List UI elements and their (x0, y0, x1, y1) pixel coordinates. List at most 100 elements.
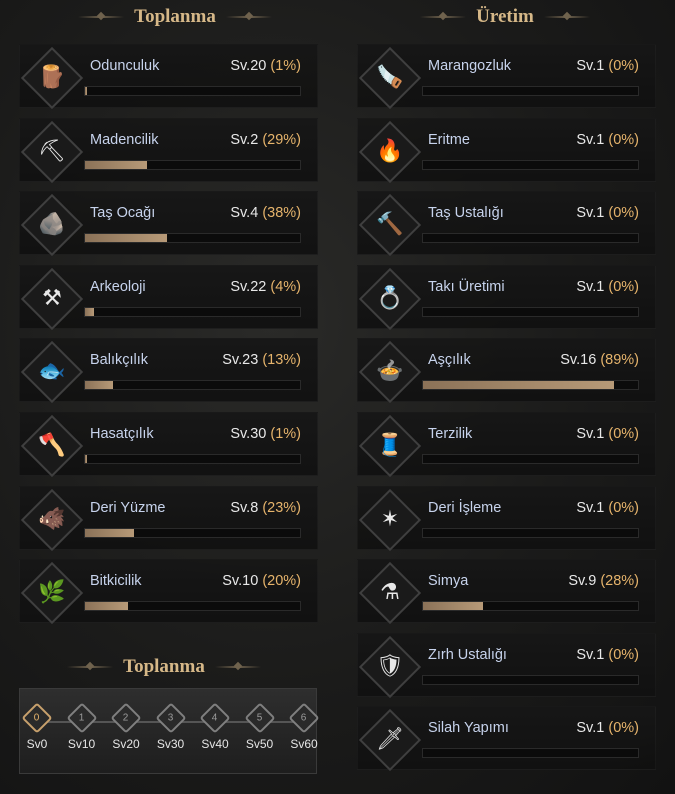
skill-level: Sv.2 (29%) (230, 132, 301, 148)
level-percent: (89%) (600, 352, 639, 369)
milestone-label: Sv10 (67, 737, 96, 751)
skill-name: Simya (428, 573, 469, 590)
milestone-label: Sv30 (156, 737, 185, 751)
skill-name: Eritme (428, 131, 470, 148)
skill-card-zirh-ustaligi[interactable]: 🛡 Zırh Ustalığı Sv.1 (0%) (357, 632, 656, 698)
skill-card-deri-yuzme[interactable]: 🐗 Deri Yüzme Sv.8 (23%) (19, 485, 318, 551)
level-value: Sv.10 (222, 573, 259, 590)
skill-card-taki-uretimi[interactable]: 💍 Takı Üretimi Sv.1 (0%) (357, 264, 656, 330)
skill-name: Hasatçılık (90, 426, 154, 442)
skill-card-simya[interactable]: ⚗ Simya Sv.9 (28%) (357, 559, 656, 625)
milestone-badge-icon: 5 (243, 702, 276, 734)
level-value: Sv.1 (576, 720, 605, 737)
fish-icon: 🐟 (38, 358, 66, 384)
level-value: Sv.1 (576, 131, 605, 148)
skill-card-eritme[interactable]: 🔥 Eritme Sv.1 (0%) (357, 117, 656, 183)
pickaxe-icon: ⛏ (38, 137, 66, 163)
hide-icon: ✶ (380, 505, 400, 531)
progress-bar (84, 454, 301, 464)
progress-bar (422, 380, 639, 391)
skill-name: Odunculuk (90, 58, 160, 74)
header-ornament-right (543, 16, 590, 18)
crafting-title: Üretim (476, 6, 534, 27)
milestone-badge-icon: 3 (154, 702, 187, 734)
progress-bar (84, 527, 301, 538)
skill-card-odunculuk[interactable]: 🪵 Odunculuk Sv.20 (1%) (19, 44, 318, 110)
skill-name: Balıkçılık (90, 352, 149, 369)
needle-thread-icon: 🧵 (376, 432, 404, 457)
skill-card-marangozluk[interactable]: 🪚 Marangozluk Sv.1 (0%) (357, 44, 656, 110)
log-pile-icon: 🪵 (38, 64, 66, 89)
level-percent: (28%) (600, 573, 639, 590)
skill-card-ascilik[interactable]: 🍲 Aşçılık Sv.16 (89%) (357, 338, 656, 404)
milestone-number: 5 (256, 712, 263, 724)
progress-bar (422, 306, 639, 317)
skill-card-bitkicilik[interactable]: 🌿 Bitkicilik Sv.10 (20%) (19, 559, 318, 625)
milestone-sv0: 0 Sv0 (21, 702, 53, 751)
milestone-label: Sv40 (201, 737, 229, 751)
skill-card-madencilik[interactable]: ⛏ Madencilik Sv.2 (29%) (19, 117, 318, 183)
furnace-icon: 🔥 (376, 137, 404, 163)
skill-name: Marangozluk (428, 58, 512, 74)
progress-fill (85, 87, 88, 95)
level-percent: (0%) (608, 499, 639, 516)
milestone-label: Sv20 (112, 737, 140, 751)
saw-icon: 🪚 (376, 64, 404, 89)
skill-card-deri-isleme[interactable]: ✶ Deri İşleme Sv.1 (0%) (357, 485, 656, 551)
level-value: Sv.4 (230, 205, 259, 222)
level-percent: (4%) (270, 278, 301, 295)
level-percent: (38%) (262, 205, 301, 222)
skill-card-silah-yapimi[interactable]: 🗡 Silah Yapımı Sv.1 (0%) (357, 706, 656, 772)
shovel-icon: ⚒ (42, 284, 62, 310)
progress-bar (84, 601, 301, 612)
skill-card-hasatcilik[interactable]: 🪓 Hasatçılık Sv.30 (1%) (19, 412, 318, 478)
progress-fill (85, 160, 148, 169)
level-value: Sv.1 (576, 646, 605, 663)
skill-name: Silah Yapımı (428, 720, 509, 737)
skill-level: Sv.4 (38%) (230, 205, 301, 221)
milestones-header: Toplanma (64, 654, 264, 680)
progress-bar (84, 306, 301, 317)
milestone-number: 2 (123, 712, 129, 724)
skill-card-tas-ocagi[interactable]: 🪨 Taş Ocağı Sv.4 (38%) (19, 191, 318, 257)
skill-card-terzilik[interactable]: 🧵 Terzilik Sv.1 (0%) (357, 412, 656, 478)
progress-fill (85, 381, 113, 390)
skill-level: Sv.9 (28%) (568, 573, 639, 589)
progress-bar (84, 380, 301, 391)
progress-bar (422, 86, 639, 96)
chisel-icon: 🔨 (376, 211, 404, 237)
milestone-sv20: 2 Sv20 (110, 702, 142, 751)
milestone-sv50: 5 Sv50 (243, 702, 276, 751)
milestones-title: Toplanma (123, 656, 205, 677)
level-percent: (23%) (262, 499, 301, 516)
skill-level: Sv.16 (89%) (560, 352, 639, 368)
level-value: Sv.22 (230, 278, 267, 295)
skill-card-tas-ustaligi[interactable]: 🔨 Taş Ustalığı Sv.1 (0%) (357, 191, 656, 257)
skill-name: Deri İşleme (428, 499, 502, 516)
level-percent: (0%) (608, 426, 639, 442)
skill-level: Sv.8 (23%) (230, 500, 301, 516)
milestone-badge-icon: 1 (65, 702, 98, 734)
progress-fill (423, 381, 615, 390)
level-percent: (0%) (608, 58, 639, 74)
level-percent: (29%) (262, 131, 301, 148)
gathering-title: Toplanma (134, 6, 216, 27)
progress-fill (85, 528, 135, 537)
level-percent: (20%) (262, 573, 301, 590)
milestone-track: 0 Sv0 1 Sv10 2 Sv20 3 Sv30 4 Sv40 5 Sv50 6 Sv60 (19, 688, 320, 774)
progress-bar (84, 86, 301, 96)
skill-name: Bitkicilik (90, 573, 142, 590)
header-ornament-right (214, 666, 261, 668)
milestone-badge-icon: 6 (288, 702, 320, 734)
milestone-number: 0 (34, 712, 40, 724)
skill-card-arkeoloji[interactable]: ⚒ Arkeoloji Sv.22 (4%) (19, 264, 318, 330)
jewel-icon: 💍 (376, 284, 404, 310)
progress-bar (422, 674, 639, 685)
level-percent: (1%) (270, 426, 301, 442)
milestone-number: 1 (78, 712, 85, 724)
progress-fill (85, 455, 88, 463)
skill-name: Takı Üretimi (428, 278, 505, 295)
skill-card-balikcilik[interactable]: 🐟 Balıkçılık Sv.23 (13%) (19, 338, 318, 404)
boar-icon: 🐗 (38, 505, 66, 531)
header-ornament-right (225, 16, 272, 18)
